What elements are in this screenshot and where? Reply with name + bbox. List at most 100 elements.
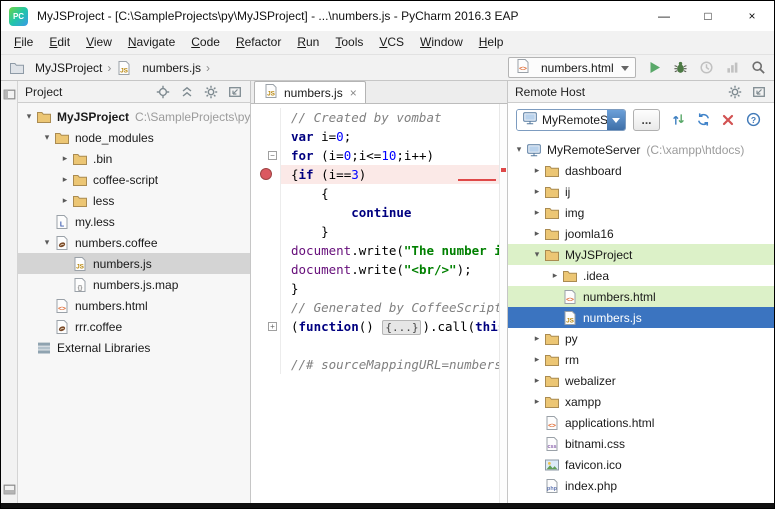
fold-marker-icon[interactable]: − <box>268 151 277 160</box>
menu-item-file[interactable]: File <box>6 33 41 52</box>
expand-arrow-icon[interactable]: ▸ <box>530 186 544 197</box>
tree-row[interactable]: <>applications.html <box>508 412 774 433</box>
gutter-cell[interactable] <box>251 108 281 127</box>
expand-arrow-icon[interactable]: ▸ <box>58 174 72 185</box>
collapse-arrow-icon[interactable]: ▾ <box>40 132 54 143</box>
menu-item-navigate[interactable]: Navigate <box>120 33 183 52</box>
tree-row[interactable]: JSnumbers.js <box>18 253 250 274</box>
menu-item-window[interactable]: Window <box>412 33 471 52</box>
code-line[interactable]: //# sourceMappingURL=numbers.js <box>251 355 499 374</box>
profiler-icon[interactable] <box>724 60 740 76</box>
gutter-cell[interactable] <box>251 222 281 241</box>
breadcrumb-item[interactable]: MyJSProject <box>9 60 102 76</box>
gutter-cell[interactable] <box>251 355 281 374</box>
expand-arrow-icon[interactable]: ▸ <box>530 228 544 239</box>
hide-icon[interactable] <box>227 84 243 100</box>
expand-arrow-icon[interactable]: ▸ <box>58 195 72 206</box>
minimize-button[interactable]: — <box>642 1 686 31</box>
collapse-arrow-icon[interactable]: ▾ <box>512 144 526 155</box>
collapse-arrow-icon[interactable]: ▾ <box>22 111 36 122</box>
expand-arrow-icon[interactable]: ▸ <box>530 375 544 386</box>
collapse-all-icon[interactable] <box>179 84 195 100</box>
cancel-icon[interactable] <box>720 112 736 128</box>
tree-row[interactable]: ▸.idea <box>508 265 774 286</box>
search-icon[interactable] <box>750 60 766 76</box>
error-stripe-mark[interactable] <box>501 168 506 172</box>
server-select[interactable]: MyRemoteS <box>516 109 626 131</box>
maximize-button[interactable]: □ <box>686 1 730 31</box>
code-line[interactable]: { <box>251 184 499 203</box>
expand-arrow-icon[interactable]: ▸ <box>530 396 544 407</box>
tab-numbers-js[interactable]: JS numbers.js × <box>254 81 366 103</box>
expand-arrow-icon[interactable]: ▸ <box>530 333 544 344</box>
tree-row[interactable]: ▸py <box>508 328 774 349</box>
menu-item-vcs[interactable]: VCS <box>371 33 412 52</box>
sync-icon[interactable] <box>695 112 711 128</box>
menu-item-edit[interactable]: Edit <box>41 33 78 52</box>
run-icon[interactable] <box>646 60 662 76</box>
title-bar[interactable]: PC MyJSProject - [C:\SampleProjects\py\M… <box>1 1 774 31</box>
code-line[interactable]: document.write("The number is " <box>251 241 499 260</box>
code-line[interactable]: var i=0; <box>251 127 499 146</box>
toolwindow-switcher-button[interactable] <box>3 483 16 496</box>
tab-close-icon[interactable]: × <box>350 86 357 100</box>
tree-row[interactable]: ▸dashboard <box>508 160 774 181</box>
menu-item-code[interactable]: Code <box>183 33 228 52</box>
locate-icon[interactable] <box>155 84 171 100</box>
tree-row[interactable]: ▾node_modules <box>18 127 250 148</box>
tree-row[interactable]: phpindex.php <box>508 475 774 496</box>
gutter-cell[interactable] <box>251 203 281 222</box>
error-stripe[interactable] <box>499 104 507 503</box>
gutter-cell[interactable] <box>251 336 281 355</box>
code-line[interactable] <box>251 336 499 355</box>
breakpoint-icon[interactable] <box>260 168 272 180</box>
hide-icon[interactable] <box>751 84 767 100</box>
menu-item-run[interactable]: Run <box>289 33 327 52</box>
gutter-cell[interactable]: − <box>251 146 281 165</box>
code-line[interactable]: −for (i=0;i<=10;i++) <box>251 146 499 165</box>
menu-item-view[interactable]: View <box>78 33 120 52</box>
menu-item-help[interactable]: Help <box>471 33 512 52</box>
tree-row[interactable]: <>numbers.html <box>508 286 774 307</box>
gutter-cell[interactable] <box>251 165 281 184</box>
help-icon[interactable]: ? <box>745 112 761 128</box>
fold-marker-icon[interactable]: + <box>268 322 277 331</box>
tree-row[interactable]: favicon.ico <box>508 454 774 475</box>
collapse-arrow-icon[interactable]: ▾ <box>530 249 544 260</box>
gear-icon[interactable] <box>727 84 743 100</box>
code-line[interactable]: // Created by vombat <box>251 108 499 127</box>
tree-row[interactable]: ▾MyJSProjectC:\SampleProjects\py\M <box>18 106 250 127</box>
breadcrumb-item[interactable]: JSnumbers.js <box>116 60 201 76</box>
run-config-select[interactable]: <> numbers.html <box>508 57 636 78</box>
tree-row[interactable]: ▸xampp <box>508 391 774 412</box>
tree-row[interactable]: ▸joomla16 <box>508 223 774 244</box>
menu-item-refactor[interactable]: Refactor <box>228 33 289 52</box>
expand-arrow-icon[interactable]: ▸ <box>548 270 562 281</box>
tree-row[interactable]: {}numbers.js.map <box>18 274 250 295</box>
server-select-value[interactable]: MyRemoteS <box>517 110 607 130</box>
tree-row[interactable]: ▸.bin <box>18 148 250 169</box>
code-line[interactable]: +(function() {...}).call(this); <box>251 317 499 336</box>
project-stripe-button[interactable] <box>3 88 16 101</box>
expand-arrow-icon[interactable]: ▸ <box>530 165 544 176</box>
expand-arrow-icon[interactable]: ▸ <box>530 207 544 218</box>
menu-item-tools[interactable]: Tools <box>327 33 371 52</box>
server-select-arrow[interactable] <box>607 110 625 130</box>
tree-row[interactable]: Lmy.less <box>18 211 250 232</box>
gutter-cell[interactable] <box>251 184 281 203</box>
tree-row[interactable]: ▾numbers.coffee <box>18 232 250 253</box>
transfer-icon[interactable] <box>670 112 686 128</box>
gutter-cell[interactable] <box>251 279 281 298</box>
code-line[interactable]: // Generated by CoffeeScript 1. <box>251 298 499 317</box>
code-line[interactable]: document.write("<br/>"); <box>251 260 499 279</box>
gutter-cell[interactable] <box>251 298 281 317</box>
tree-row[interactable]: rrr.coffee <box>18 316 250 337</box>
code-line[interactable]: {if (i==3) <box>251 165 499 184</box>
code-editor[interactable]: // Created by vombatvar i=0;−for (i=0;i<… <box>251 104 507 503</box>
collapse-arrow-icon[interactable]: ▾ <box>40 237 54 248</box>
gear-icon[interactable] <box>203 84 219 100</box>
gutter-cell[interactable] <box>251 127 281 146</box>
coverage-icon[interactable] <box>698 60 714 76</box>
tree-row[interactable]: External Libraries <box>18 337 250 358</box>
tree-row[interactable]: cssbitnami.css <box>508 433 774 454</box>
